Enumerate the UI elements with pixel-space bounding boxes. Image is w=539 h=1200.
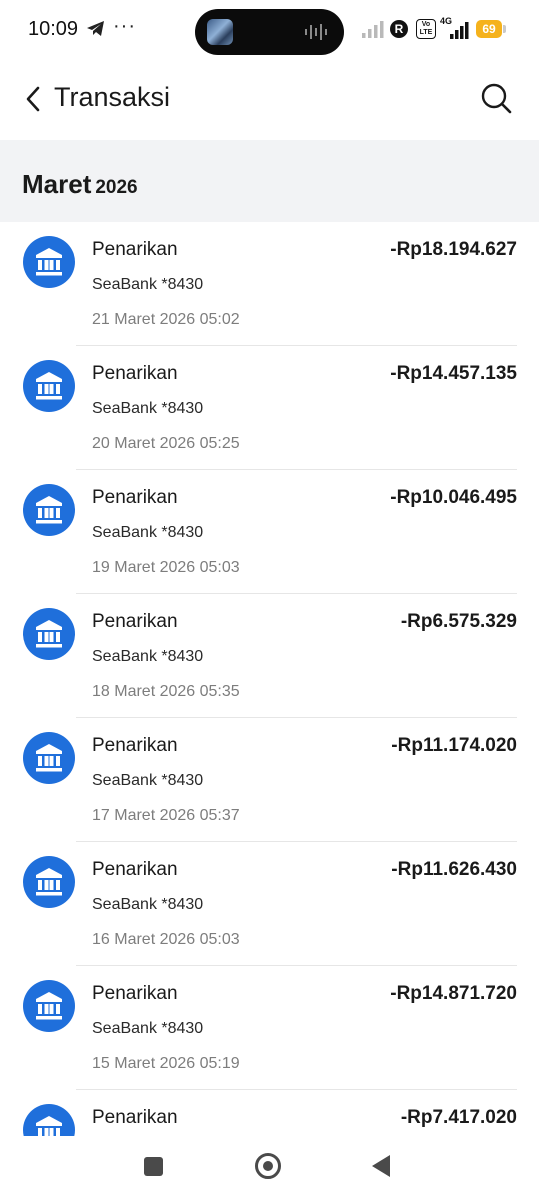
transaction-amount: -Rp14.871.720 bbox=[390, 983, 517, 1004]
bank-icon bbox=[23, 1104, 75, 1136]
transaction-amount: -Rp11.626.430 bbox=[391, 859, 517, 880]
bank-icon bbox=[23, 360, 75, 412]
transaction-title: Penarikan bbox=[92, 859, 178, 880]
chevron-left-icon[interactable] bbox=[20, 82, 50, 116]
bank-icon bbox=[23, 236, 75, 288]
transaction-title: Penarikan bbox=[92, 611, 178, 632]
transaction-row[interactable]: Penarikan SeaBank *8430 15 Maret 2026 05:1… bbox=[0, 966, 539, 1090]
transaction-row[interactable]: Penarikan -Rp7.417.020 bbox=[0, 1090, 539, 1136]
month-label: Maret 2026 bbox=[22, 169, 138, 200]
transaction-title: Penarikan bbox=[92, 363, 178, 384]
bank-icon bbox=[23, 856, 75, 908]
month-name: Maret bbox=[22, 169, 92, 199]
transaction-amount: -Rp18.194.627 bbox=[390, 239, 517, 260]
battery-cap bbox=[503, 25, 506, 33]
transaction-account: SeaBank *8430 bbox=[92, 276, 204, 293]
transaction-date: 17 Maret 2026 05:37 bbox=[92, 807, 240, 824]
transaction-title: Penarikan bbox=[92, 1107, 178, 1128]
transaction-amount: -Rp11.174.020 bbox=[391, 735, 517, 756]
transaction-account: SeaBank *8430 bbox=[92, 896, 204, 913]
overflow-dots: ··· bbox=[113, 15, 136, 37]
back-icon[interactable] bbox=[372, 1155, 390, 1177]
bank-icon bbox=[23, 980, 75, 1032]
recents-icon[interactable] bbox=[144, 1157, 163, 1176]
telegram-icon bbox=[87, 21, 104, 36]
volte-icon: Vo LTE bbox=[416, 19, 436, 39]
audio-wave-icon bbox=[305, 24, 327, 40]
dynamic-island bbox=[195, 9, 344, 55]
transaction-row[interactable]: Penarikan SeaBank *8430 17 Maret 2026 05:3… bbox=[0, 718, 539, 842]
signal-icon bbox=[362, 21, 384, 38]
month-year: 2026 bbox=[95, 177, 138, 198]
signal-strength-icon bbox=[450, 22, 469, 39]
transaction-amount: -Rp7.417.020 bbox=[400, 1107, 517, 1128]
transaction-account: SeaBank *8430 bbox=[92, 772, 204, 789]
transaction-date: 20 Maret 2026 05:25 bbox=[92, 435, 240, 452]
transaction-date: 16 Maret 2026 05:03 bbox=[92, 931, 240, 948]
transaction-list[interactable]: Penarikan SeaBank *8430 21 Maret 2026 05:0… bbox=[0, 222, 539, 1136]
transaction-title: Penarikan bbox=[92, 735, 178, 756]
system-nav-bar bbox=[0, 1136, 539, 1200]
page-title: Transaksi bbox=[54, 82, 171, 112]
transaction-row[interactable]: Penarikan SeaBank *8430 16 Maret 2026 05:0… bbox=[0, 842, 539, 966]
transaction-amount: -Rp14.457.135 bbox=[390, 363, 517, 384]
transaction-date: 21 Maret 2026 05:02 bbox=[92, 311, 240, 328]
transaction-title: Penarikan bbox=[92, 487, 178, 508]
status-bar: 10:09 ··· R Vo LTE 4G 69 bbox=[0, 0, 539, 62]
r-indicator-icon: R bbox=[390, 20, 408, 38]
transaction-amount: -Rp6.575.329 bbox=[400, 611, 517, 632]
transaction-account: SeaBank *8430 bbox=[92, 524, 204, 541]
bank-icon bbox=[23, 484, 75, 536]
transaction-date: 15 Maret 2026 05:19 bbox=[92, 1055, 240, 1072]
transaction-account: SeaBank *8430 bbox=[92, 648, 204, 665]
status-time: 10:09 bbox=[28, 18, 79, 40]
transaction-account: SeaBank *8430 bbox=[92, 1020, 204, 1037]
transaction-date: 19 Maret 2026 05:03 bbox=[92, 559, 240, 576]
transaction-amount: -Rp10.046.495 bbox=[390, 487, 517, 508]
search-icon[interactable] bbox=[478, 80, 514, 116]
app-header: Transaksi bbox=[0, 62, 539, 140]
transaction-row[interactable]: Penarikan SeaBank *8430 19 Maret 2026 05:0… bbox=[0, 470, 539, 594]
transaction-row[interactable]: Penarikan SeaBank *8430 18 Maret 2026 05:3… bbox=[0, 594, 539, 718]
home-icon[interactable] bbox=[255, 1153, 281, 1179]
home-icon-dot bbox=[263, 1161, 273, 1171]
transaction-row[interactable]: Penarikan SeaBank *8430 20 Maret 2026 05:2… bbox=[0, 346, 539, 470]
transaction-title: Penarikan bbox=[92, 239, 178, 260]
bank-icon bbox=[23, 732, 75, 784]
media-thumbnail bbox=[207, 19, 233, 45]
bank-icon bbox=[23, 608, 75, 660]
transaction-row[interactable]: Penarikan SeaBank *8430 21 Maret 2026 05:0… bbox=[0, 222, 539, 346]
battery-icon: 69 bbox=[476, 20, 502, 38]
transaction-title: Penarikan bbox=[92, 983, 178, 1004]
month-section-header: Maret 2026 bbox=[0, 140, 539, 222]
transaction-date: 18 Maret 2026 05:35 bbox=[92, 683, 240, 700]
transaction-account: SeaBank *8430 bbox=[92, 400, 204, 417]
